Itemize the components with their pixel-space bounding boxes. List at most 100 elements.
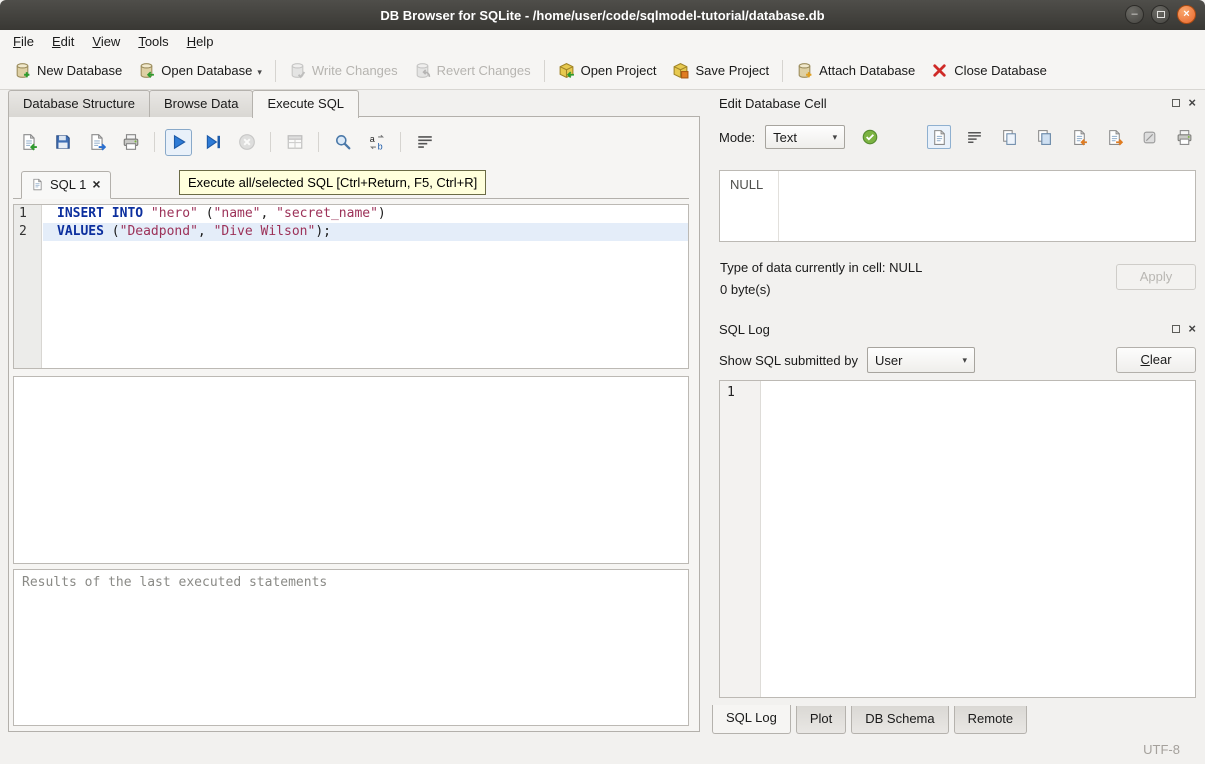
sql-tab-label: SQL 1	[50, 177, 86, 192]
log-filter-combobox[interactable]: User ▾	[867, 347, 975, 373]
log-filter-value: User	[875, 353, 902, 368]
tab-sql-log[interactable]: SQL Log	[712, 705, 791, 734]
results-placeholder: Results of the last executed statements	[22, 575, 327, 590]
tab-remote[interactable]: Remote	[954, 706, 1028, 734]
sql-log-area[interactable]: 1	[719, 380, 1196, 698]
toolbar-separator	[275, 60, 276, 82]
sql-code-line: VALUES ("Deadpond", "Dive Wilson");	[43, 223, 688, 241]
find-button[interactable]	[329, 129, 356, 156]
paste-cell-button[interactable]	[1032, 125, 1056, 149]
close-window-button[interactable]: ×	[1177, 5, 1196, 24]
toolbar-separator	[318, 132, 319, 152]
window-title: DB Browser for SQLite - /home/user/code/…	[380, 8, 824, 23]
new-database-button[interactable]: New Database	[6, 56, 130, 85]
dock-close-icon[interactable]: ×	[1188, 324, 1196, 334]
right-panel: Edit Database Cell × Mode: Text ▾	[710, 90, 1205, 734]
cell-size-info: 0 byte(s)	[720, 282, 771, 297]
sql-1-tab[interactable]: SQL 1 ×	[21, 171, 111, 199]
toolbar-separator	[154, 132, 155, 152]
execute-current-line-button[interactable]	[199, 129, 226, 156]
word-wrap-button[interactable]	[411, 129, 438, 156]
open-database-button[interactable]: Open Database ▾	[130, 56, 270, 85]
open-database-dropdown-icon[interactable]: ▾	[257, 67, 262, 79]
dock-close-icon[interactable]: ×	[1188, 98, 1196, 108]
find-icon	[334, 133, 352, 151]
mode-combobox[interactable]: Text ▾	[765, 125, 845, 149]
export-icon	[1106, 129, 1123, 146]
find-replace-button[interactable]	[363, 129, 390, 156]
execute-all-icon	[170, 133, 188, 151]
open-project-button[interactable]: Open Project	[550, 56, 665, 85]
app-window: a b DB Browser for SQLite - /home/user/c…	[0, 0, 1205, 764]
new-database-label: New Database	[37, 63, 122, 78]
revert-changes-label: Revert Changes	[437, 63, 531, 78]
stop-icon	[238, 133, 256, 151]
dock-float-icon[interactable]	[1172, 325, 1180, 333]
main-toolbar: New Database Open Database ▾ Write Chang…	[0, 52, 1205, 90]
tab-browse-data[interactable]: Browse Data	[149, 90, 253, 117]
clear-log-button[interactable]: Clear	[1116, 347, 1196, 373]
tab-db-schema[interactable]: DB Schema	[851, 706, 948, 734]
dock-float-icon[interactable]	[1172, 99, 1180, 107]
bottom-tabbar: SQL Log Plot DB Schema Remote	[712, 706, 1032, 734]
menu-tools[interactable]: Tools	[129, 32, 177, 51]
cell-editor[interactable]: NULL	[719, 170, 1196, 242]
mode-label: Mode:	[719, 130, 755, 145]
minimize-icon: –	[1131, 9, 1137, 20]
results-table-icon	[286, 133, 304, 151]
sql-line-2: 2 VALUES ("Deadpond", "Dive Wilson");	[14, 223, 688, 241]
maximize-button[interactable]	[1151, 5, 1170, 24]
new-database-icon	[14, 62, 31, 79]
window-controls: – ×	[1125, 5, 1196, 24]
combo-arrow-icon: ▾	[825, 132, 838, 143]
text-view-button[interactable]	[927, 125, 951, 149]
toolbar-separator	[782, 60, 783, 82]
execute-all-button[interactable]	[165, 129, 192, 156]
sql-code-line: INSERT INTO "hero" ("name", "secret_name…	[43, 205, 688, 223]
sql-editor[interactable]: 1 INSERT INTO "hero" ("name", "secret_na…	[13, 204, 689, 369]
menu-file[interactable]: File	[4, 32, 43, 51]
save-project-button[interactable]: Save Project	[664, 56, 777, 85]
results-message-box: Results of the last executed statements	[13, 569, 689, 726]
titlebar[interactable]: DB Browser for SQLite - /home/user/code/…	[0, 0, 1205, 30]
save-sql-file-as-button[interactable]	[83, 129, 110, 156]
sql-file-icon	[31, 178, 44, 191]
close-database-button[interactable]: Close Database	[923, 56, 1055, 85]
print-cell-button[interactable]	[1172, 125, 1196, 149]
auto-switch-mode-button[interactable]	[857, 124, 883, 150]
print-sql-button[interactable]	[117, 129, 144, 156]
set-null-button[interactable]	[1137, 125, 1161, 149]
import-cell-button[interactable]	[1067, 125, 1091, 149]
log-line-gutter	[720, 381, 761, 697]
tab-execute-sql[interactable]: Execute SQL	[252, 90, 359, 118]
menu-view[interactable]: View	[83, 32, 129, 51]
cell-type-info: Type of data currently in cell: NULL	[720, 260, 922, 275]
write-changes-button: Write Changes	[281, 56, 406, 85]
mode-value: Text	[773, 130, 797, 145]
results-grid[interactable]	[13, 376, 689, 564]
save-project-icon	[672, 62, 689, 79]
sql-tab-close-icon[interactable]: ×	[92, 179, 100, 190]
cell-value: NULL	[730, 177, 763, 192]
word-wrap-icon	[966, 129, 983, 146]
word-wrap-cell-button[interactable]	[962, 125, 986, 149]
minimize-button[interactable]: –	[1125, 5, 1144, 24]
menu-edit[interactable]: Edit	[43, 32, 83, 51]
tab-plot[interactable]: Plot	[796, 706, 846, 734]
toolbar-separator	[400, 132, 401, 152]
open-database-label: Open Database	[161, 63, 252, 78]
menu-help[interactable]: Help	[178, 32, 223, 51]
sql-log-title: SQL Log	[719, 322, 770, 337]
save-sql-file-button[interactable]	[49, 129, 76, 156]
attach-database-button[interactable]: Attach Database	[788, 56, 923, 85]
tab-database-structure[interactable]: Database Structure	[8, 90, 150, 117]
copy-cell-button[interactable]	[997, 125, 1021, 149]
import-icon	[1071, 129, 1088, 146]
export-cell-button[interactable]	[1102, 125, 1126, 149]
paste-icon	[1036, 129, 1053, 146]
apply-button: Apply	[1116, 264, 1196, 290]
save-results-button	[281, 129, 308, 156]
cell-mode-row: Mode: Text ▾	[719, 124, 1196, 150]
word-wrap-icon	[416, 133, 434, 151]
open-sql-file-button[interactable]	[15, 129, 42, 156]
